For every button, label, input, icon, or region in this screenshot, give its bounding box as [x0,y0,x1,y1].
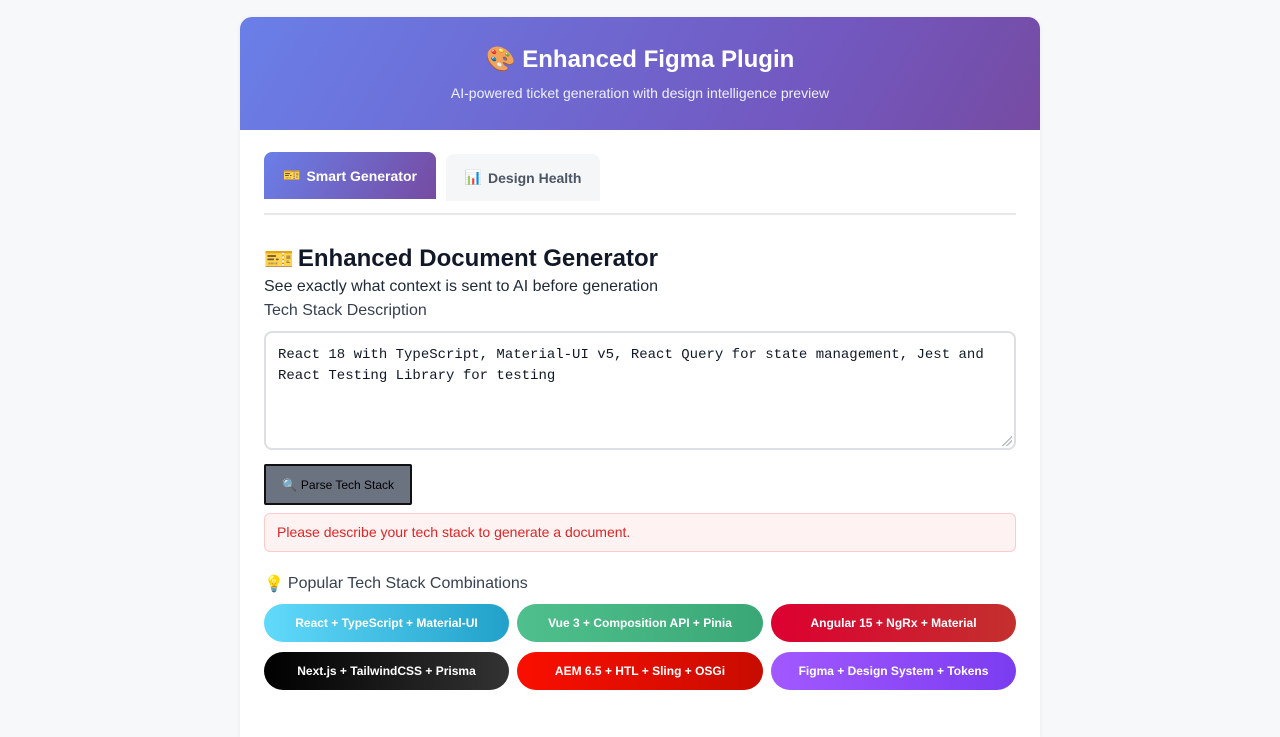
ticket-icon: 🎫 [283,167,301,184]
tech-stack-input[interactable]: React 18 with TypeScript, Material-UI v5… [264,331,1016,450]
popular-stacks-title-text: Popular Tech Stack Combinations [287,575,528,592]
tech-stack-label: Tech Stack Description [264,302,427,319]
stack-chip-figma[interactable]: Figma + Design System + Tokens [771,652,1016,690]
plugin-header: 🎨 Enhanced Figma Plugin AI-powered ticke… [240,17,1040,130]
popular-stacks-grid: React + TypeScript + Material-UI Vue 3 +… [264,604,1016,690]
magnifier-icon: 🔍 [281,477,297,492]
section-title: 🎫 Enhanced Document Generator [264,245,1016,273]
section-subtitle: See exactly what context is sent to AI b… [264,278,659,295]
tech-stack-value: React 18 with TypeScript, Material-UI v5… [278,347,984,384]
tab-smart-generator[interactable]: 🎫 Smart Generator [264,152,436,199]
lightbulb-icon: 💡 [264,574,284,593]
stack-chip-react[interactable]: React + TypeScript + Material-UI [264,604,509,642]
tab-label: Smart Generator [306,167,417,184]
ticket-icon: 🎫 [264,245,294,273]
section-title-text: Enhanced Document Generator [297,245,658,272]
error-alert: Please describe your tech stack to gener… [264,513,1016,552]
resize-handle[interactable] [1002,436,1012,446]
page-title-text: Enhanced Figma Plugin [522,46,795,73]
page-subtitle: AI-powered ticket generation with design… [450,85,830,101]
page-title: 🎨 Enhanced Figma Plugin [240,17,1040,75]
stack-chip-nextjs[interactable]: Next.js + TailwindCSS + Prisma [264,652,509,690]
tab-bar: 🎫 Smart Generator 📊 Design Health [264,152,1016,215]
stack-chip-vue[interactable]: Vue 3 + Composition API + Pinia [517,604,763,642]
palette-icon: 🎨 [485,45,516,73]
popular-stacks-title: 💡 Popular Tech Stack Combinations [264,574,1016,594]
stack-chip-aem[interactable]: AEM 6.5 + HTL + Sling + OSGi [517,652,763,690]
parse-tech-stack-button[interactable]: 🔍 Parse Tech Stack [264,464,412,505]
tab-label: Design Health [488,169,582,186]
parse-button-label: Parse Tech Stack [300,477,395,492]
bar-chart-icon: 📊 [464,169,483,186]
plugin-card: 🎨 Enhanced Figma Plugin AI-powered ticke… [240,17,1040,737]
stack-chip-angular[interactable]: Angular 15 + NgRx + Material [771,604,1016,642]
main-content: 🎫 Smart Generator 📊 Design Health 🎫 Enha… [240,130,1040,690]
tab-design-health[interactable]: 📊 Design Health [446,154,600,201]
